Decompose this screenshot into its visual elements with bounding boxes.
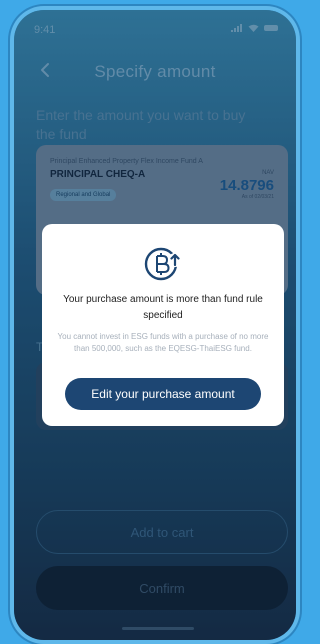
dialog-description: You cannot invest in ESG funds with a pu… [57,332,269,353]
dialog-title: Your purchase amount is more than fund r… [63,294,263,321]
phone-frame: 9:41 Specify amount Enter the amount you… [14,10,296,640]
edit-purchase-amount-button[interactable]: Edit your purchase amount [65,378,261,410]
baht-coin-upload-icon [144,247,182,281]
purchase-limit-dialog: Your purchase amount is more than fund r… [42,224,284,426]
